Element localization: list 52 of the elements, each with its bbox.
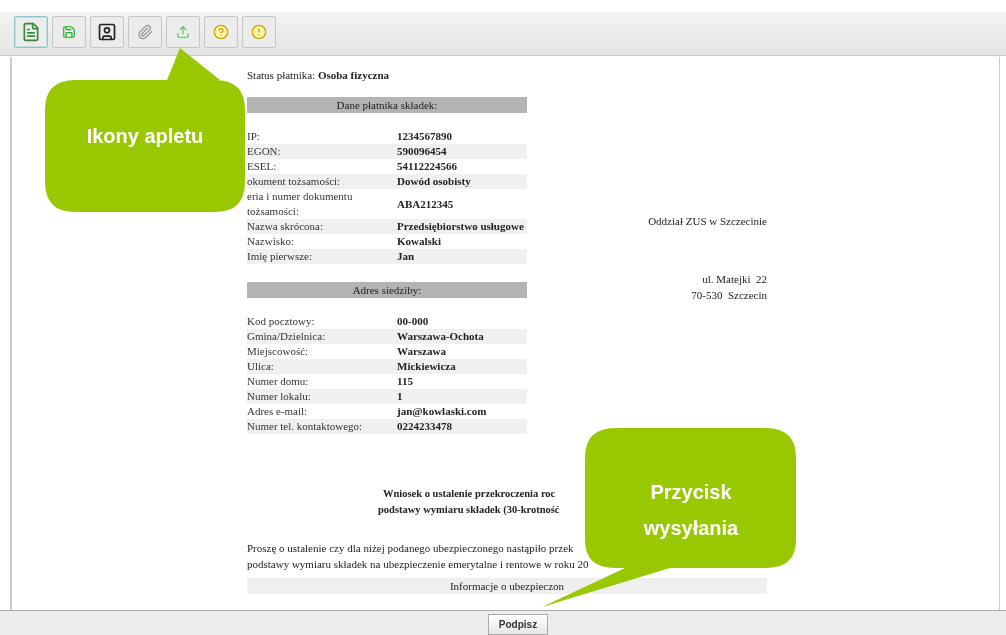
field-label: Numer lokalu: xyxy=(247,389,312,404)
field-value: Warszawa-Ochota xyxy=(397,329,485,344)
field-value: Przedsiębiorstwo usługowe xyxy=(397,219,525,234)
field-value: Warszawa xyxy=(397,344,447,359)
field-label: Nazwa skrócona: xyxy=(247,219,325,234)
paperclip-icon xyxy=(137,24,153,40)
toolbar-button[interactable] xyxy=(90,16,124,48)
field-value: 115 xyxy=(397,374,414,389)
field-label: Ulica: xyxy=(247,359,275,374)
field-label: okument tożsamości: xyxy=(247,174,342,189)
field-label: Kod pocztowy: xyxy=(247,314,316,329)
field-value: 00-000 xyxy=(397,314,430,329)
document-icon xyxy=(21,22,41,42)
field-label: eria i numer dokumentu tożsamości: xyxy=(247,189,354,219)
field-label: EGON: xyxy=(247,144,282,159)
field-value: 54112224566 xyxy=(397,159,458,174)
callout-text: Przycisk wysyłania xyxy=(642,480,740,541)
request-title-line: podstawy wymiaru składek (30-krotność xyxy=(378,503,560,517)
sign-button[interactable]: Podpisz xyxy=(487,614,549,635)
save-icon xyxy=(62,25,76,39)
field-value: 590096454 xyxy=(397,144,448,159)
field-label: Numer tel. kontaktowego: xyxy=(247,419,364,434)
office-name: Oddział ZUS w Szczecinie xyxy=(647,215,767,227)
info-icon xyxy=(251,24,267,40)
office-address: ul. Matejki 22 70-530 Szczecin xyxy=(690,272,767,303)
person-card-icon xyxy=(97,22,117,42)
upload-icon xyxy=(176,25,190,39)
field-value: jan@kowlaski.com xyxy=(397,404,488,419)
field-label: IP: xyxy=(247,129,261,144)
section-header: Adres siedziby: xyxy=(247,282,527,298)
field-value: Dowód osobisty xyxy=(397,174,472,189)
field-label: Miejscowość: xyxy=(247,344,310,359)
field-value: Mickiewicza xyxy=(397,359,457,374)
request-title-line: Wniosek o ustalenie przekroczenia roc xyxy=(383,487,556,501)
field-label: Nazwisko: xyxy=(247,234,296,249)
help-icon xyxy=(213,24,229,40)
field-value: 1 xyxy=(397,389,404,404)
section-header: Informacje o ubezpieczon xyxy=(247,578,767,594)
field-label: Imię pierwsze: xyxy=(247,249,314,264)
field-label: Adres e-mail: xyxy=(247,404,309,419)
field-value: Kowalski xyxy=(397,234,442,249)
request-text: Proszę o ustalenie czy dla niżej podanego ubezpieczonego nastąpiło przek podstawy wymiaru składek na ubezpieczenie emerytalne i rentowe w roku 20 xyxy=(247,541,590,572)
field-value: ABA212345 xyxy=(397,196,455,212)
field-label: Numer domu: xyxy=(247,374,310,389)
payer-status: Status płatnika: Osoba fizyczna xyxy=(247,69,391,81)
field-value: Jan xyxy=(397,249,416,264)
section-header: Dane płatnika składek: xyxy=(247,97,527,113)
field-label: Gmina/Dzielnica: xyxy=(247,329,327,344)
field-value: 0224233478 xyxy=(397,419,453,434)
field-label: ESEL: xyxy=(247,159,278,174)
field-value: 1234567890 xyxy=(397,129,453,144)
callout-text: Ikony apletu xyxy=(85,124,205,149)
